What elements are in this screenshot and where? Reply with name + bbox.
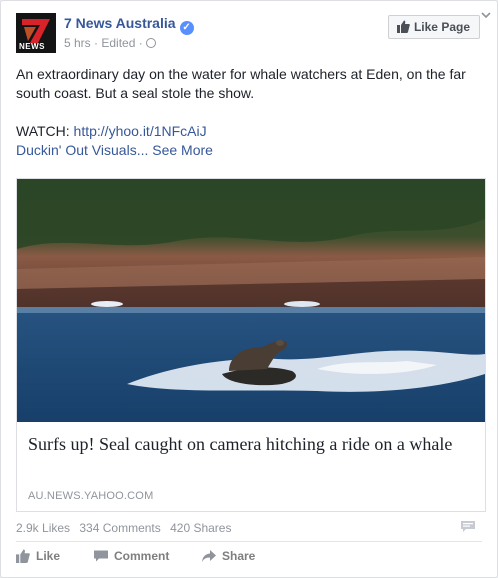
- post-card: NEWS 7 News Australia ✓ 5 hrs · Edited · …: [0, 0, 498, 578]
- logo-text: NEWS: [19, 42, 45, 51]
- comment-icon: [94, 550, 108, 562]
- post-message: An extraordinary day on the water for wh…: [16, 66, 466, 101]
- link-preview-image[interactable]: [17, 179, 485, 422]
- thumbs-up-icon: [16, 549, 30, 563]
- thumbs-up-icon: [396, 20, 410, 33]
- credit-link[interactable]: Duckin' Out Visuals...: [16, 142, 148, 158]
- divider: [16, 541, 482, 542]
- globe-icon: [146, 38, 157, 48]
- watch-link[interactable]: http://yhoo.it/1NFcAiJ: [74, 123, 207, 139]
- link-preview-card[interactable]: Surfs up! Seal caught on camera hitching…: [16, 178, 486, 512]
- verified-badge-icon: ✓: [179, 21, 194, 35]
- see-more-link[interactable]: See More: [152, 142, 213, 158]
- like-button[interactable]: Like: [16, 549, 60, 563]
- chevron-down-icon[interactable]: [481, 10, 491, 20]
- post-text: An extraordinary day on the water for wh…: [16, 65, 482, 160]
- likes-count[interactable]: 2.9k Likes: [16, 521, 70, 535]
- shares-count[interactable]: 420 Shares: [170, 521, 231, 535]
- post-meta: 5 hrs · Edited ·: [64, 36, 157, 50]
- page-avatar[interactable]: NEWS: [16, 13, 56, 53]
- comment-bubble-icon[interactable]: [461, 521, 475, 533]
- engagement-stats: 2.9k Likes 334 Comments 420 Shares: [16, 521, 482, 535]
- link-domain: AU.NEWS.YAHOO.COM: [28, 490, 154, 502]
- post-time[interactable]: 5 hrs: [64, 36, 91, 50]
- watch-label: WATCH:: [16, 123, 74, 139]
- link-title[interactable]: Surfs up! Seal caught on camera hitching…: [28, 433, 474, 456]
- comments-count[interactable]: 334 Comments: [79, 521, 160, 535]
- page-name-link[interactable]: 7 News Australia: [64, 15, 176, 31]
- share-button[interactable]: Share: [202, 549, 255, 563]
- comment-button[interactable]: Comment: [94, 549, 169, 563]
- like-page-button[interactable]: Like Page: [387, 15, 480, 39]
- seal-on-whale-photo: [17, 179, 485, 422]
- edited-label[interactable]: Edited: [101, 36, 135, 50]
- action-bar: Like Comment Share: [16, 549, 482, 567]
- share-arrow-icon: [202, 550, 216, 562]
